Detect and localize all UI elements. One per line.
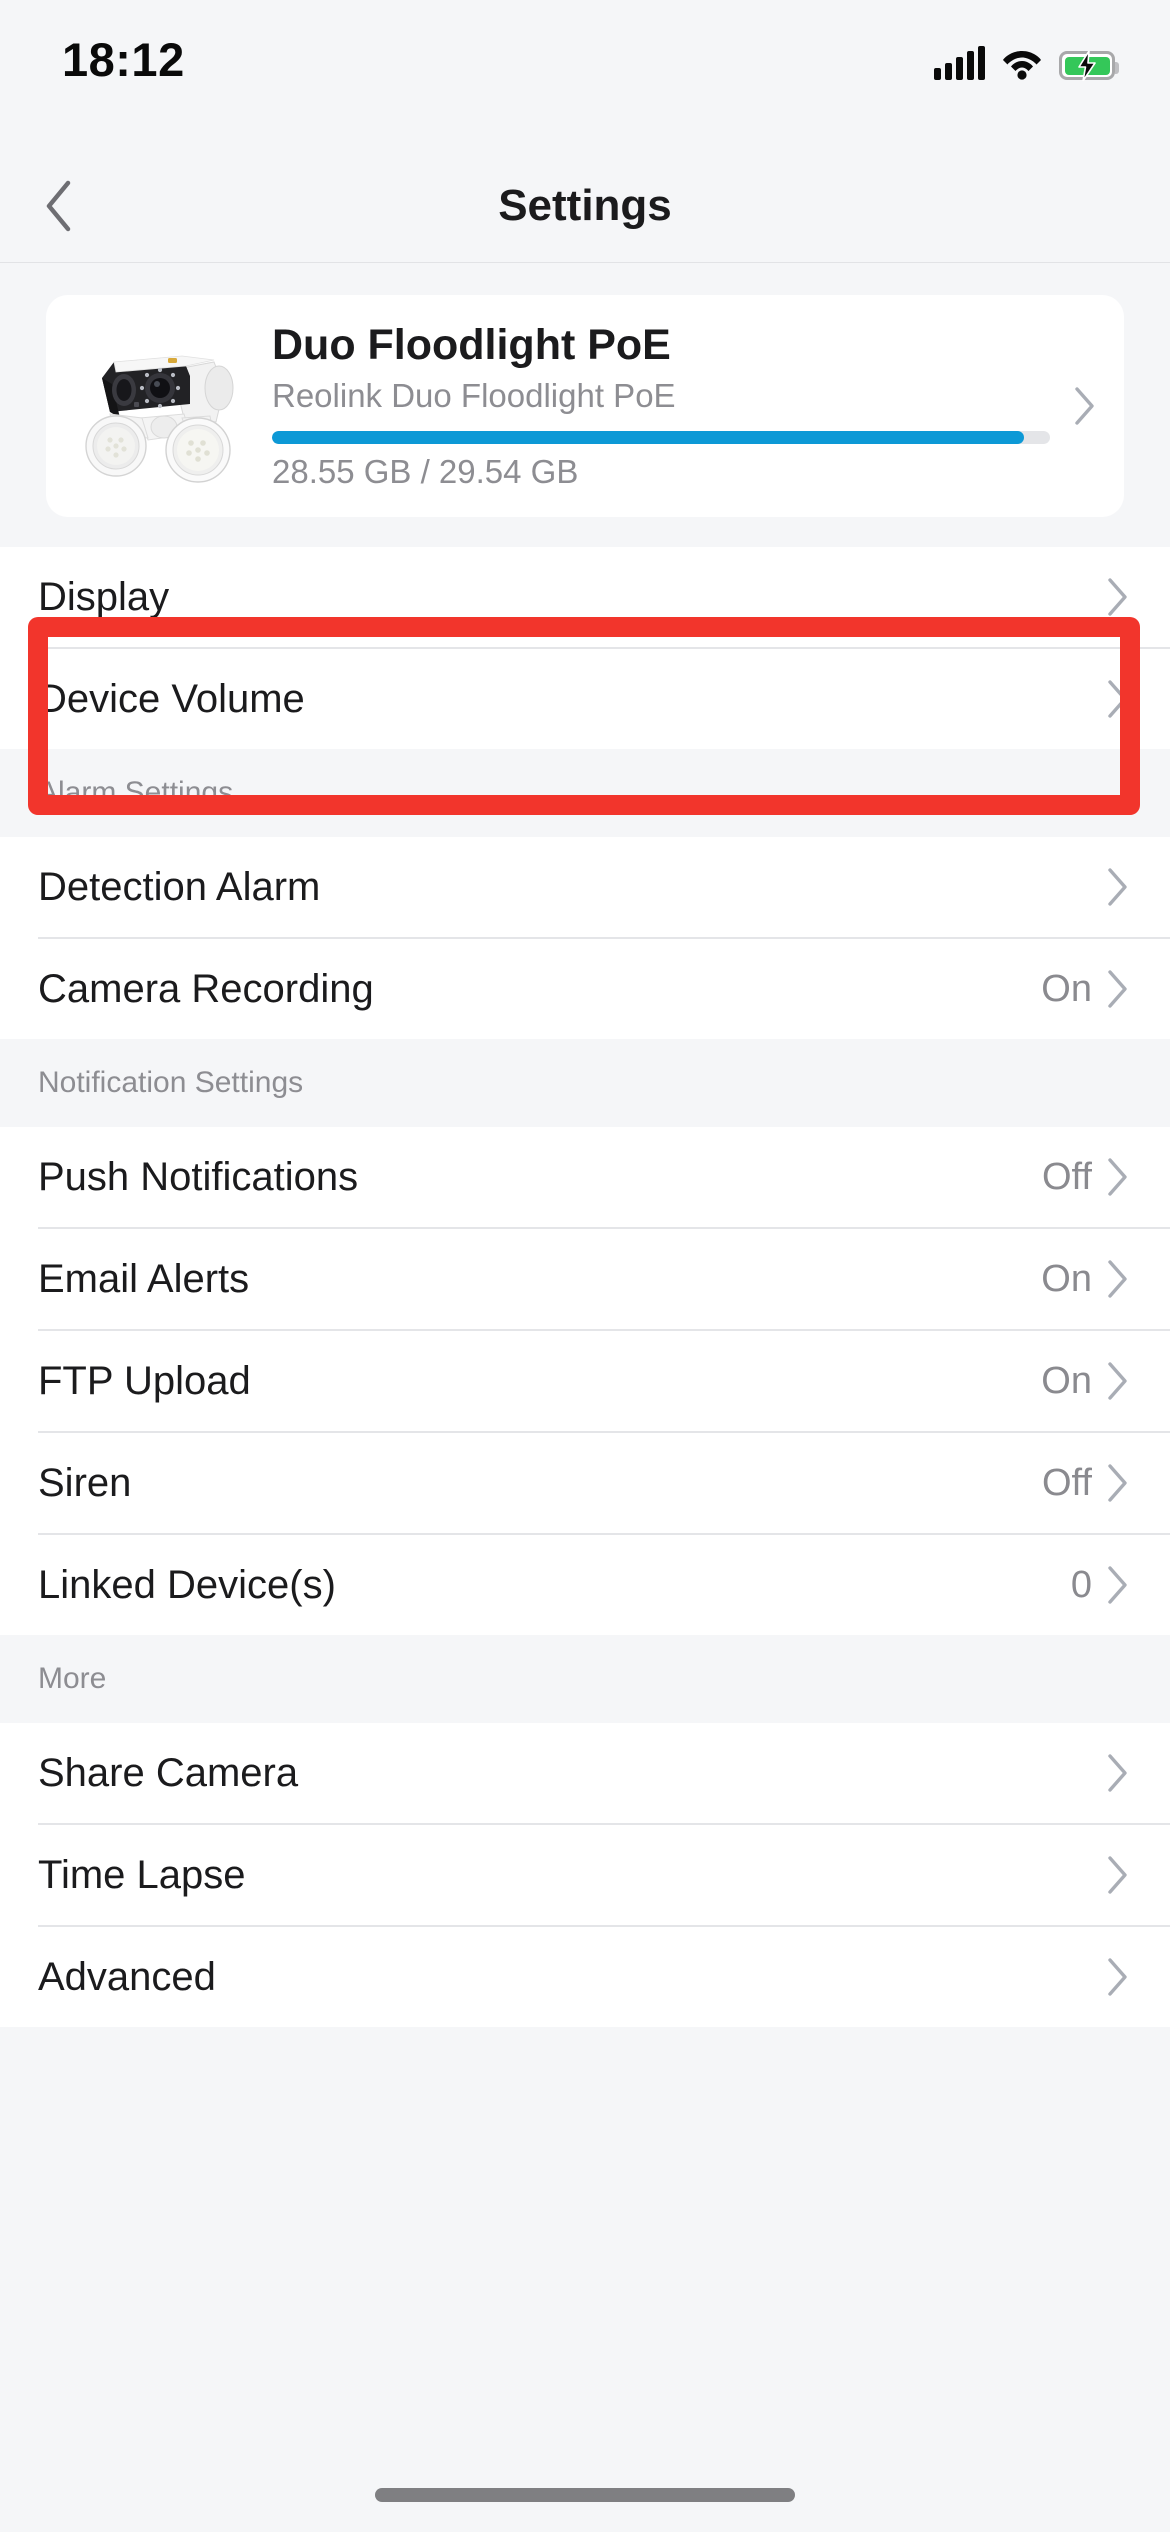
chevron-right-icon bbox=[1108, 1958, 1127, 1996]
row-label: Detection Alarm bbox=[38, 864, 321, 909]
chevron-right-icon bbox=[1108, 1566, 1127, 1604]
row-label: Siren bbox=[38, 1460, 132, 1505]
row-label: Time Lapse bbox=[38, 1852, 246, 1897]
storage-progress-fill bbox=[272, 430, 1024, 444]
row-label: Share Camera bbox=[38, 1750, 299, 1795]
settings-row-share-camera[interactable]: Share Camera bbox=[0, 1723, 1170, 1823]
row-value: Off bbox=[1042, 1461, 1092, 1504]
settings-row-device-volume[interactable]: Device Volume bbox=[0, 649, 1170, 749]
home-indicator[interactable] bbox=[375, 2488, 795, 2502]
row-chevron bbox=[1106, 1957, 1130, 1997]
settings-row-linked-device-s[interactable]: Linked Device(s) 0 bbox=[0, 1535, 1170, 1635]
row-chevron bbox=[1106, 867, 1130, 907]
device-card-chevron[interactable] bbox=[1070, 386, 1100, 426]
row-label: Device Volume bbox=[38, 676, 305, 721]
row-label: FTP Upload bbox=[38, 1358, 251, 1403]
storage-text: 28.55 GB / 29.54 GB bbox=[272, 452, 579, 490]
section-header-label: Notification Settings bbox=[38, 1066, 304, 1099]
settings-group: Share Camera Time Lapse Advanced bbox=[0, 1723, 1170, 2027]
status-bar: 18:12 bbox=[0, 0, 1170, 150]
settings-row-display[interactable]: Display bbox=[0, 547, 1170, 647]
settings-row-advanced[interactable]: Advanced bbox=[0, 1927, 1170, 2027]
section-header: More bbox=[0, 1635, 1170, 1723]
device-card[interactable]: Duo Floodlight PoE Reolink Duo Floodligh… bbox=[46, 295, 1124, 517]
row-chevron bbox=[1106, 1565, 1130, 1605]
row-value: On bbox=[1041, 1359, 1092, 1402]
row-chevron bbox=[1106, 1855, 1130, 1895]
row-chevron bbox=[1106, 969, 1130, 1009]
settings-row-push-notifications[interactable]: Push Notifications Off bbox=[0, 1127, 1170, 1227]
settings-row-time-lapse[interactable]: Time Lapse bbox=[0, 1825, 1170, 1925]
chevron-right-icon bbox=[1108, 1158, 1127, 1196]
chevron-right-icon bbox=[1108, 1856, 1127, 1894]
section-header-label: Alarm Settings bbox=[38, 776, 234, 809]
chevron-right-icon bbox=[1075, 387, 1094, 425]
settings-group: Push Notifications Off Email Alerts On FTP U… bbox=[0, 1127, 1170, 1635]
row-chevron bbox=[1106, 1361, 1130, 1401]
chevron-right-icon bbox=[1108, 1464, 1127, 1502]
page-title: Settings bbox=[498, 181, 672, 230]
settings-row-siren[interactable]: Siren Off bbox=[0, 1433, 1170, 1533]
camera-thumbnail bbox=[64, 326, 264, 486]
row-value: On bbox=[1041, 1257, 1092, 1300]
row-label: Camera Recording bbox=[38, 966, 374, 1011]
navigation-bar: Settings bbox=[0, 150, 1170, 263]
row-value: On bbox=[1041, 967, 1092, 1010]
device-info: Duo Floodlight PoE Reolink Duo Floodligh… bbox=[264, 321, 1070, 490]
device-name: Duo Floodlight PoE bbox=[272, 321, 671, 370]
settings-row-email-alerts[interactable]: Email Alerts On bbox=[0, 1229, 1170, 1329]
row-chevron bbox=[1106, 1463, 1130, 1503]
chevron-right-icon bbox=[1108, 680, 1127, 718]
wifi-icon bbox=[1002, 48, 1042, 80]
row-chevron bbox=[1106, 577, 1130, 617]
chevron-right-icon bbox=[1108, 868, 1127, 906]
section-header: Notification Settings bbox=[0, 1039, 1170, 1127]
settings-row-detection-alarm[interactable]: Detection Alarm bbox=[0, 837, 1170, 937]
cellular-signal-icon bbox=[934, 46, 985, 80]
section-header-label: More bbox=[38, 1662, 107, 1695]
row-value: 0 bbox=[1070, 1563, 1092, 1606]
status-bar-time: 18:12 bbox=[62, 33, 185, 86]
settings-row-camera-recording[interactable]: Camera Recording On bbox=[0, 939, 1170, 1039]
row-chevron bbox=[1106, 679, 1130, 719]
row-chevron bbox=[1106, 1157, 1130, 1197]
row-label: Push Notifications bbox=[38, 1154, 359, 1199]
storage-progress-bar bbox=[272, 430, 1050, 444]
battery-charging-icon bbox=[1059, 50, 1119, 81]
device-card-container: Duo Floodlight PoE Reolink Duo Floodligh… bbox=[0, 263, 1170, 517]
row-label: Email Alerts bbox=[38, 1256, 250, 1301]
chevron-right-icon bbox=[1108, 970, 1127, 1008]
row-label: Linked Device(s) bbox=[38, 1562, 336, 1607]
status-bar-indicators bbox=[934, 36, 1119, 81]
row-value: Off bbox=[1042, 1155, 1092, 1198]
row-chevron bbox=[1106, 1753, 1130, 1793]
settings-row-ftp-upload[interactable]: FTP Upload On bbox=[0, 1331, 1170, 1431]
settings-list: Display Device Volume Alarm Settings Detect… bbox=[0, 547, 1170, 2027]
device-model: Reolink Duo Floodlight PoE bbox=[272, 376, 676, 414]
chevron-right-icon bbox=[1108, 1362, 1127, 1400]
settings-group: Detection Alarm Camera Recording On bbox=[0, 837, 1170, 1039]
section-header: Alarm Settings bbox=[0, 749, 1170, 837]
row-label: Advanced bbox=[38, 1954, 216, 1999]
chevron-right-icon bbox=[1108, 578, 1127, 616]
settings-group: Display Device Volume bbox=[0, 547, 1170, 749]
row-label: Display bbox=[38, 574, 170, 619]
chevron-right-icon bbox=[1108, 1260, 1127, 1298]
row-chevron bbox=[1106, 1259, 1130, 1299]
chevron-right-icon bbox=[1108, 1754, 1127, 1792]
